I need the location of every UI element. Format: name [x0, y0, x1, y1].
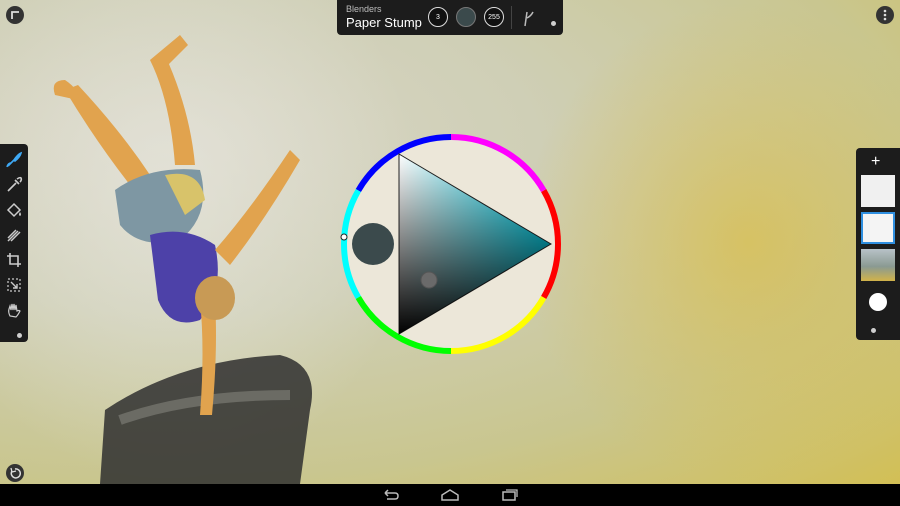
fill-bucket-icon[interactable] [4, 200, 24, 220]
left-leg [65, 85, 150, 185]
brush-bar: Blenders Paper Stump 3 255 [337, 0, 563, 35]
head [195, 276, 235, 320]
smudge-icon[interactable] [4, 225, 24, 245]
system-nav-bar [0, 484, 900, 506]
raised-arm [215, 150, 300, 265]
back-icon[interactable] [380, 487, 400, 503]
brush-size-button[interactable]: 3 [428, 7, 448, 27]
brush-category: Blenders [346, 4, 382, 14]
brush-opacity-value: 255 [488, 13, 500, 21]
brush-size-value: 3 [436, 13, 440, 21]
right-leg [150, 55, 195, 165]
overflow-menu-icon[interactable] [876, 6, 894, 24]
brush-stroke-icon[interactable] [521, 8, 537, 28]
tool-palette-more-icon[interactable] [17, 333, 22, 338]
eyedropper-icon[interactable] [4, 175, 24, 195]
tool-palette [0, 144, 28, 342]
crop-icon[interactable] [4, 250, 24, 270]
brush-icon[interactable] [4, 150, 24, 170]
layer-3[interactable] [861, 249, 895, 281]
brush-color-button[interactable] [456, 7, 476, 27]
menu-corner-icon[interactable] [6, 6, 24, 24]
brush-name[interactable]: Paper Stump [346, 15, 422, 30]
layers-more-icon[interactable] [871, 328, 876, 333]
transform-icon[interactable] [4, 275, 24, 295]
hue-handle[interactable] [340, 233, 348, 241]
left-foot [53, 80, 79, 100]
layer-1[interactable] [861, 175, 895, 207]
layer-2[interactable] [861, 212, 895, 244]
home-icon[interactable] [440, 487, 460, 503]
recents-icon[interactable] [500, 487, 520, 503]
hand-icon[interactable] [4, 300, 24, 320]
color-picker-wheel[interactable] [337, 130, 565, 358]
brush-bar-divider [511, 6, 512, 29]
canvas[interactable] [0, 0, 900, 484]
triangle-handle[interactable] [420, 271, 438, 289]
brush-opacity-button[interactable]: 255 [484, 7, 504, 27]
add-layer-button[interactable]: + [871, 154, 880, 170]
undo-icon[interactable] [6, 464, 24, 482]
current-color-swatch [352, 223, 394, 265]
layer-opacity-icon[interactable] [869, 293, 887, 311]
layers-panel: + [856, 148, 900, 340]
brush-bar-more-icon[interactable] [551, 21, 556, 26]
